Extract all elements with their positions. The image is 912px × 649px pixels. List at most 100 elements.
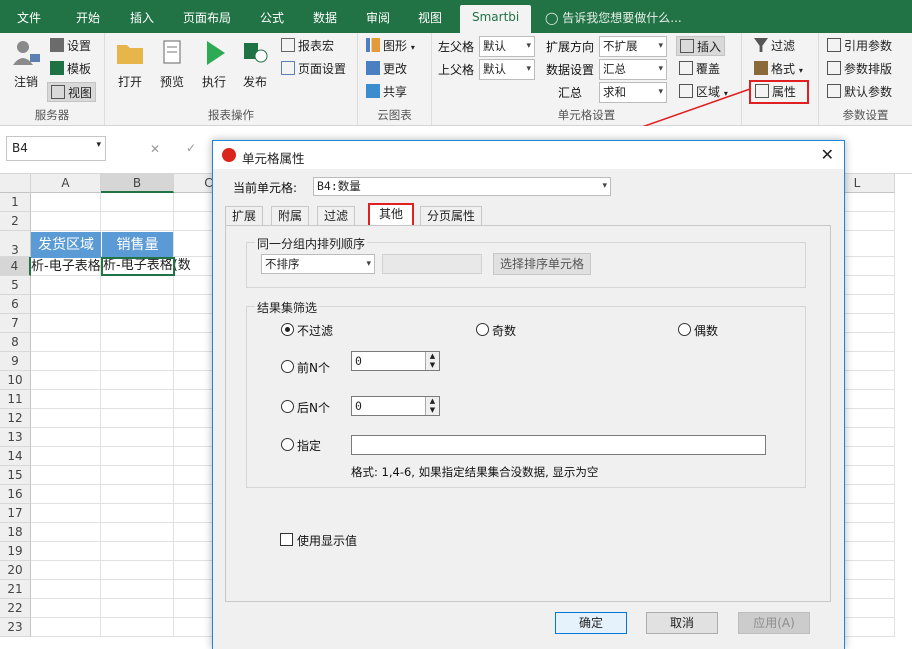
apply-button[interactable]: 应用(A) bbox=[738, 612, 810, 634]
grid-cell[interactable] bbox=[101, 485, 174, 504]
cover-button[interactable]: 覆盖 bbox=[679, 59, 720, 79]
format-button[interactable]: 格式 ▾ bbox=[754, 59, 803, 79]
row-header[interactable]: 23 bbox=[0, 618, 31, 637]
grid-cell[interactable] bbox=[101, 212, 174, 231]
grid-cell[interactable] bbox=[31, 466, 101, 485]
row-header[interactable]: 21 bbox=[0, 580, 31, 599]
sort-order-select[interactable]: 不排序 ▾ bbox=[261, 254, 375, 274]
grid-cell[interactable] bbox=[31, 618, 101, 637]
grid-cell[interactable] bbox=[31, 523, 101, 542]
radio-last-n[interactable] bbox=[281, 400, 294, 413]
tab-file[interactable]: 文件 bbox=[17, 9, 41, 26]
row-header[interactable]: 8 bbox=[0, 333, 31, 352]
row-header[interactable]: 4 bbox=[0, 257, 31, 276]
cancel-button[interactable]: 取消 bbox=[646, 612, 718, 634]
grid-cell[interactable] bbox=[31, 447, 101, 466]
confirm-formula-icon[interactable]: ✓ bbox=[186, 141, 196, 155]
row-header[interactable]: 16 bbox=[0, 485, 31, 504]
open-button[interactable]: 打开 bbox=[113, 39, 147, 90]
close-icon[interactable]: ✕ bbox=[821, 145, 834, 164]
grid-cell[interactable] bbox=[101, 618, 174, 637]
tab-attach[interactable]: 附属 bbox=[271, 206, 310, 226]
grid-cell[interactable] bbox=[31, 333, 101, 352]
radio-odd[interactable] bbox=[476, 323, 489, 336]
grid-cell[interactable] bbox=[101, 542, 174, 561]
grid-cell[interactable] bbox=[101, 295, 174, 314]
grid-cell[interactable] bbox=[101, 409, 174, 428]
grid-cell[interactable] bbox=[31, 295, 101, 314]
tab-insert[interactable]: 插入 bbox=[130, 9, 154, 26]
tab-page-layout[interactable]: 页面布局 bbox=[183, 9, 231, 26]
row-header[interactable]: 7 bbox=[0, 314, 31, 333]
radio-no-filter[interactable] bbox=[281, 323, 294, 336]
grid-cell[interactable] bbox=[31, 314, 101, 333]
page-setup-button[interactable]: 页面设置 bbox=[281, 59, 346, 79]
grid-cell[interactable] bbox=[31, 561, 101, 580]
tab-smartbi[interactable]: Smartbi bbox=[460, 5, 532, 33]
grid-cell[interactable] bbox=[31, 371, 101, 390]
tell-me-search[interactable]: ◯ 告诉我您想要做什么... bbox=[545, 9, 682, 26]
graph-button[interactable]: 图形 ▾ bbox=[366, 36, 415, 56]
row-header[interactable]: 6 bbox=[0, 295, 31, 314]
change-button[interactable]: 更改 bbox=[366, 59, 407, 79]
up-parent-select[interactable]: 默认 ▾ bbox=[479, 59, 535, 80]
row-header[interactable]: 22 bbox=[0, 599, 31, 618]
name-box[interactable]: B4 ▾ bbox=[6, 136, 106, 161]
cell-b3[interactable]: 销售量 bbox=[102, 232, 173, 258]
select-all-corner[interactable] bbox=[0, 174, 31, 193]
run-button[interactable]: 执行 bbox=[197, 39, 231, 90]
grid-cell[interactable] bbox=[31, 542, 101, 561]
preview-button[interactable]: 预览 bbox=[155, 39, 189, 90]
row-header[interactable]: 5 bbox=[0, 276, 31, 295]
row-header[interactable]: 2 bbox=[0, 212, 31, 231]
insert-button[interactable]: 插入 bbox=[676, 36, 726, 56]
cell-a4[interactable]: 析-电子表格 bbox=[31, 258, 101, 275]
grid-cell[interactable] bbox=[101, 276, 174, 295]
specify-input[interactable] bbox=[351, 435, 766, 455]
row-header[interactable]: 17 bbox=[0, 504, 31, 523]
radio-even[interactable] bbox=[678, 323, 691, 336]
grid-cell[interactable] bbox=[101, 390, 174, 409]
row-header[interactable]: 11 bbox=[0, 390, 31, 409]
grid-cell[interactable] bbox=[101, 314, 174, 333]
grid-cell[interactable] bbox=[101, 523, 174, 542]
tab-formulas[interactable]: 公式 bbox=[260, 9, 284, 26]
row-header[interactable]: 14 bbox=[0, 447, 31, 466]
grid-cell[interactable] bbox=[101, 333, 174, 352]
use-display-value-checkbox[interactable] bbox=[280, 533, 293, 546]
grid-cell[interactable] bbox=[101, 371, 174, 390]
grid-cell[interactable] bbox=[101, 428, 174, 447]
grid-cell[interactable] bbox=[101, 599, 174, 618]
tab-data[interactable]: 数据 bbox=[313, 9, 337, 26]
row-header[interactable]: 9 bbox=[0, 352, 31, 371]
ok-button[interactable]: 确定 bbox=[555, 612, 627, 634]
select-sort-cell-button[interactable]: 选择排序单元格 bbox=[493, 253, 591, 275]
row-header[interactable]: 18 bbox=[0, 523, 31, 542]
column-header-b[interactable]: B bbox=[101, 174, 174, 193]
report-macro-button[interactable]: 报表宏 bbox=[281, 36, 334, 56]
grid-cell[interactable] bbox=[101, 561, 174, 580]
grid-cell[interactable] bbox=[31, 409, 101, 428]
tab-expand[interactable]: 扩展 bbox=[225, 206, 264, 226]
grid-cell[interactable] bbox=[31, 504, 101, 523]
grid-cell[interactable] bbox=[31, 212, 101, 231]
cancel-formula-icon[interactable]: ✕ bbox=[150, 142, 160, 156]
grid-cell[interactable] bbox=[101, 504, 174, 523]
row-header[interactable]: 3 bbox=[0, 231, 31, 257]
grid-cell[interactable] bbox=[31, 428, 101, 447]
cell-a3[interactable]: 发货区域 bbox=[31, 232, 101, 258]
param-layout-button[interactable]: 参数排版 bbox=[827, 59, 892, 79]
radio-first-n[interactable] bbox=[281, 360, 294, 373]
grid-cell[interactable] bbox=[31, 599, 101, 618]
default-params-button[interactable]: 默认参数 bbox=[827, 82, 892, 102]
row-header[interactable]: 10 bbox=[0, 371, 31, 390]
grid-cell[interactable] bbox=[101, 466, 174, 485]
tab-home[interactable]: 开始 bbox=[76, 9, 100, 26]
template-button[interactable]: 模板 bbox=[50, 59, 91, 79]
ref-params-button[interactable]: 引用参数 bbox=[827, 36, 892, 56]
column-header-a[interactable]: A bbox=[31, 174, 101, 193]
grid-cell[interactable] bbox=[31, 390, 101, 409]
tab-view[interactable]: 视图 bbox=[418, 9, 442, 26]
current-cell-select[interactable]: B4:数量 ▾ bbox=[313, 177, 611, 196]
row-header[interactable]: 12 bbox=[0, 409, 31, 428]
